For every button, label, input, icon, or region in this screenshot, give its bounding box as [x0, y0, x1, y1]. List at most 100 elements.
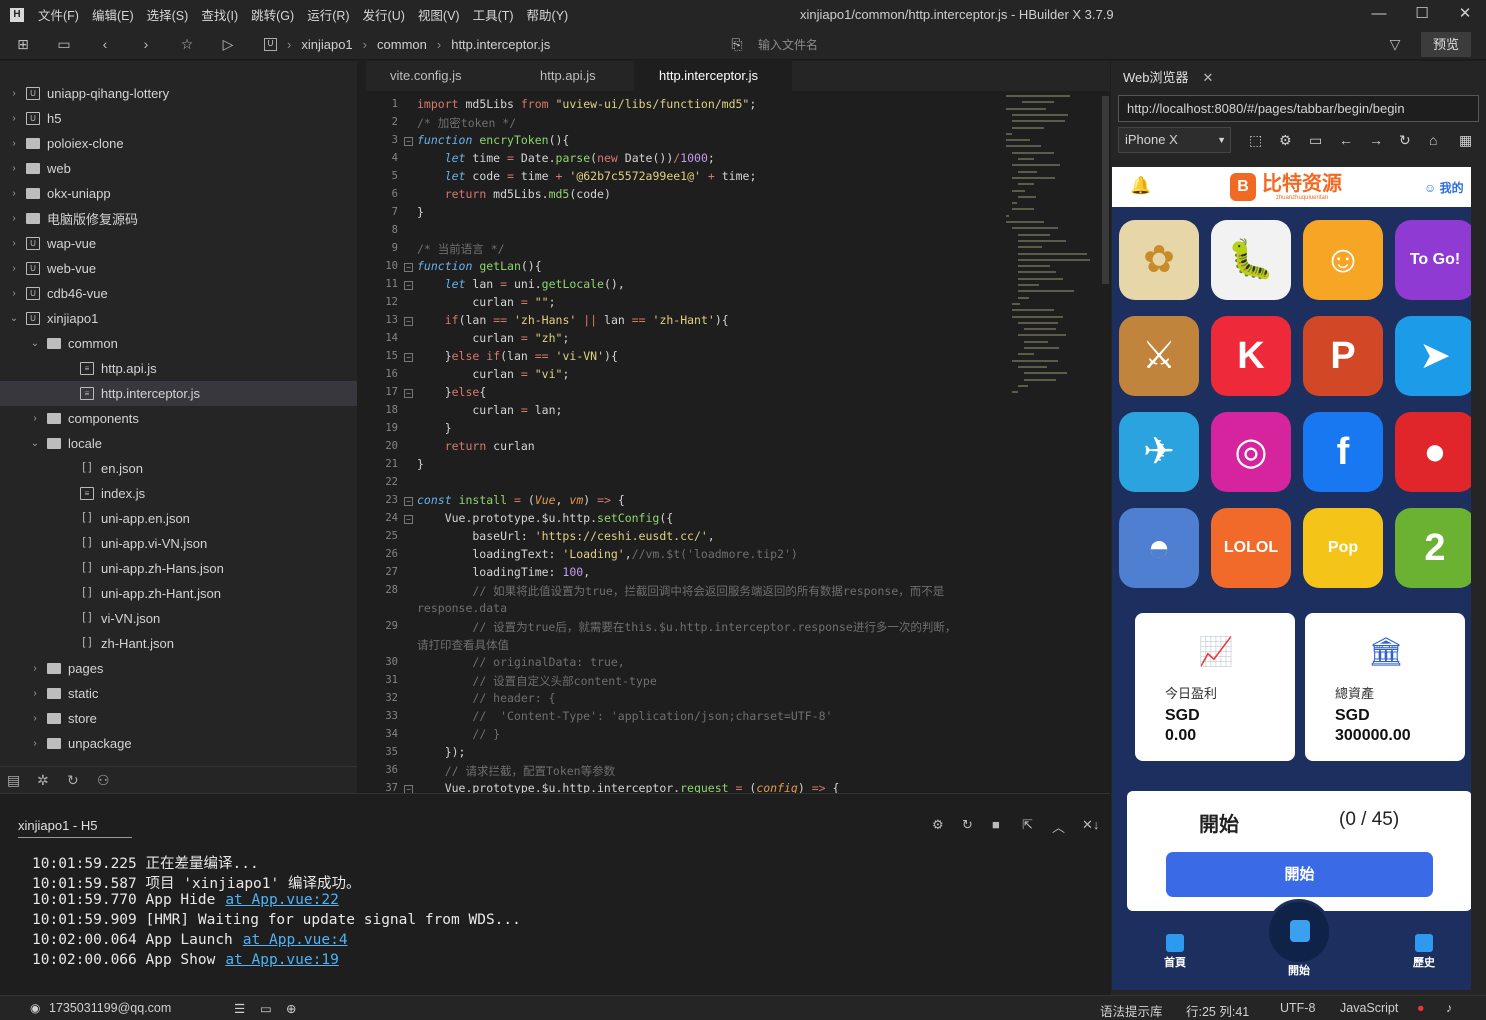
code-line[interactable]: }	[417, 457, 424, 471]
console-tab[interactable]: xinjiapo1 - H5	[18, 818, 132, 838]
tab-start[interactable]: 開始	[1279, 962, 1319, 978]
start-button[interactable]: 開始	[1166, 852, 1433, 897]
subway-runner-icon[interactable]: ☺	[1303, 220, 1383, 300]
fold-toggle-icon[interactable]: −	[404, 353, 413, 362]
lock-icon[interactable]: ⌂	[1429, 132, 1437, 148]
outline-icon[interactable]: ☰	[234, 1001, 245, 1016]
tree-item[interactable]: [ ] zh-Hant.json	[0, 631, 357, 656]
pop-icon[interactable]: Pop	[1303, 508, 1383, 588]
code-line[interactable]: let lan = uni.getLocale(),	[417, 277, 625, 291]
maximize-button[interactable]: ☐	[1407, 3, 1437, 25]
menu-item[interactable]: 工具(T)	[473, 5, 514, 24]
fold-toggle-icon[interactable]: −	[404, 281, 413, 290]
terminal-icon[interactable]: ▭	[260, 1001, 272, 1016]
fold-toggle-icon[interactable]: −	[404, 515, 413, 524]
debug-icon[interactable]: ⚙	[932, 817, 944, 833]
fold-toggle-icon[interactable]: −	[404, 497, 413, 506]
restart-icon[interactable]: ↻	[962, 817, 973, 833]
tree-item[interactable]: › 电脑版修复源码	[0, 206, 357, 231]
tree-item[interactable]: [ ] uni-app.en.json	[0, 506, 357, 531]
tree-item[interactable]: [ ] uni-app.zh-Hans.json	[0, 556, 357, 581]
tree-item[interactable]: › Uh5	[0, 106, 357, 131]
code-line[interactable]: response.data	[417, 601, 507, 615]
tab-http-api[interactable]: http.api.js	[516, 61, 634, 91]
center-start-button[interactable]	[1266, 899, 1332, 965]
menu-item[interactable]: 跳转(G)	[251, 5, 294, 24]
clash-of-clans-icon[interactable]: ⚔	[1119, 316, 1199, 396]
menu-item[interactable]: 视图(V)	[418, 5, 460, 24]
tree-item[interactable]: › web	[0, 156, 357, 181]
code-line[interactable]: baseUrl: 'https://ceshi.eusdt.cc/',	[417, 529, 714, 543]
fold-toggle-icon[interactable]: −	[404, 317, 413, 326]
code-line[interactable]: 请打印查看具体值	[417, 637, 509, 653]
close-tab-icon[interactable]: ✕	[1203, 70, 1214, 85]
fold-toggle-icon[interactable]: −	[404, 263, 413, 272]
tree-item[interactable]: › okx-uniapp	[0, 181, 357, 206]
code-line[interactable]: // originalData: true,	[417, 655, 624, 669]
close-button[interactable]: ✕	[1450, 3, 1480, 25]
filter-icon[interactable]: ▽	[1386, 35, 1404, 53]
code-line[interactable]: curlan = "";	[417, 295, 555, 309]
menu-item[interactable]: 编辑(E)	[92, 5, 134, 24]
code-line[interactable]: return md5Libs.md5(code)	[417, 187, 611, 201]
code-line[interactable]: }else{	[417, 385, 487, 399]
history-icon[interactable]: ↻	[67, 772, 79, 789]
code-line[interactable]: return curlan	[417, 439, 535, 453]
code-line[interactable]: function encryToken(){	[417, 133, 569, 147]
tab-home[interactable]: 首頁	[1155, 934, 1195, 970]
code-line[interactable]: function getLan(){	[417, 259, 542, 273]
star-icon[interactable]: ☆	[178, 35, 196, 53]
code-editor[interactable]: 1 import md5Libs from "uview-ui/libs/func…	[366, 91, 1110, 793]
notification-badge-icon[interactable]: ●	[1417, 1001, 1425, 1015]
back-icon[interactable]: ←	[1339, 132, 1353, 148]
tree-item[interactable]: › components	[0, 406, 357, 431]
fold-toggle-icon[interactable]: −	[404, 137, 413, 146]
stop-icon[interactable]: ■	[992, 817, 1000, 832]
code-line[interactable]: curlan = "zh";	[417, 331, 569, 345]
code-line[interactable]: // 'Content-Type': 'application/json;cha…	[417, 709, 832, 723]
tree-item[interactable]: › static	[0, 681, 357, 706]
forward-icon[interactable]: ›	[137, 35, 155, 53]
tree-item[interactable]: › Uuniapp-qihang-lottery	[0, 81, 357, 106]
telegram-icon[interactable]: ✈	[1119, 412, 1199, 492]
minimize-button[interactable]: —	[1364, 3, 1394, 25]
lolol-icon[interactable]: LOLOL	[1211, 508, 1291, 588]
code-line[interactable]: // 如果将此值设置为true，拦截回调中将会返回服务端返回的所有数据respo…	[417, 583, 944, 599]
refresh-icon[interactable]: ↻	[1399, 132, 1411, 149]
tree-item[interactable]: ⌄ common	[0, 331, 357, 356]
tree-item[interactable]: ≡ index.js	[0, 481, 357, 506]
menu-item[interactable]: 帮助(Y)	[527, 5, 569, 24]
back-icon[interactable]: ‹	[96, 35, 114, 53]
cursor-position[interactable]: 行:25 列:41	[1186, 1001, 1249, 1020]
code-line[interactable]: import md5Libs from "uview-ui/libs/funct…	[417, 97, 756, 111]
menu-item[interactable]: 选择(S)	[147, 5, 189, 24]
syntax-hint[interactable]: 语法提示库	[1100, 1001, 1163, 1020]
collapse-up-icon[interactable]: ︿	[1052, 817, 1065, 836]
tree-item[interactable]: › poloiex-clone	[0, 131, 357, 156]
save-icon[interactable]: ▭	[55, 35, 73, 53]
kinemaster-icon[interactable]: K	[1211, 316, 1291, 396]
tree-item[interactable]: [ ] vi-VN.json	[0, 606, 357, 631]
devtools-icon[interactable]: ▭	[1309, 132, 1322, 149]
browser-tab[interactable]: Web浏览器 ✕	[1123, 67, 1213, 86]
source-link[interactable]: at App.vue:22	[225, 892, 339, 908]
tab-vite-config[interactable]: vite.config.js	[366, 61, 516, 91]
qr-code-icon[interactable]: ▦	[1459, 132, 1472, 149]
rotate-icon[interactable]: ⬚	[1249, 132, 1262, 149]
encoding[interactable]: UTF-8	[1280, 1001, 1315, 1015]
anime-girl-icon[interactable]: ✿	[1119, 220, 1199, 300]
tree-item[interactable]: › unpackage	[0, 731, 357, 756]
open-external-icon[interactable]: ⇱	[1022, 817, 1033, 833]
code-line[interactable]: loadingTime: 100,	[417, 565, 590, 579]
forward-icon[interactable]: →	[1369, 132, 1383, 148]
settings-icon[interactable]: ⚙	[1279, 132, 1292, 149]
code-line[interactable]: let time = Date.parse(new Date())/1000;	[417, 151, 715, 165]
tree-item[interactable]: [ ] uni-app.zh-Hant.json	[0, 581, 357, 606]
git-icon[interactable]: ⚇	[97, 772, 110, 789]
bird-app-icon[interactable]: ➤	[1395, 316, 1471, 396]
tree-item[interactable]: [ ] uni-app.vi-VN.json	[0, 531, 357, 556]
pokemon-go-icon[interactable]: ◓	[1119, 508, 1199, 588]
clear-console-icon[interactable]: ✕↓	[1082, 817, 1099, 833]
hill-climb-2-icon[interactable]: 2	[1395, 508, 1471, 588]
device-select[interactable]: iPhone X ▼	[1118, 127, 1231, 153]
